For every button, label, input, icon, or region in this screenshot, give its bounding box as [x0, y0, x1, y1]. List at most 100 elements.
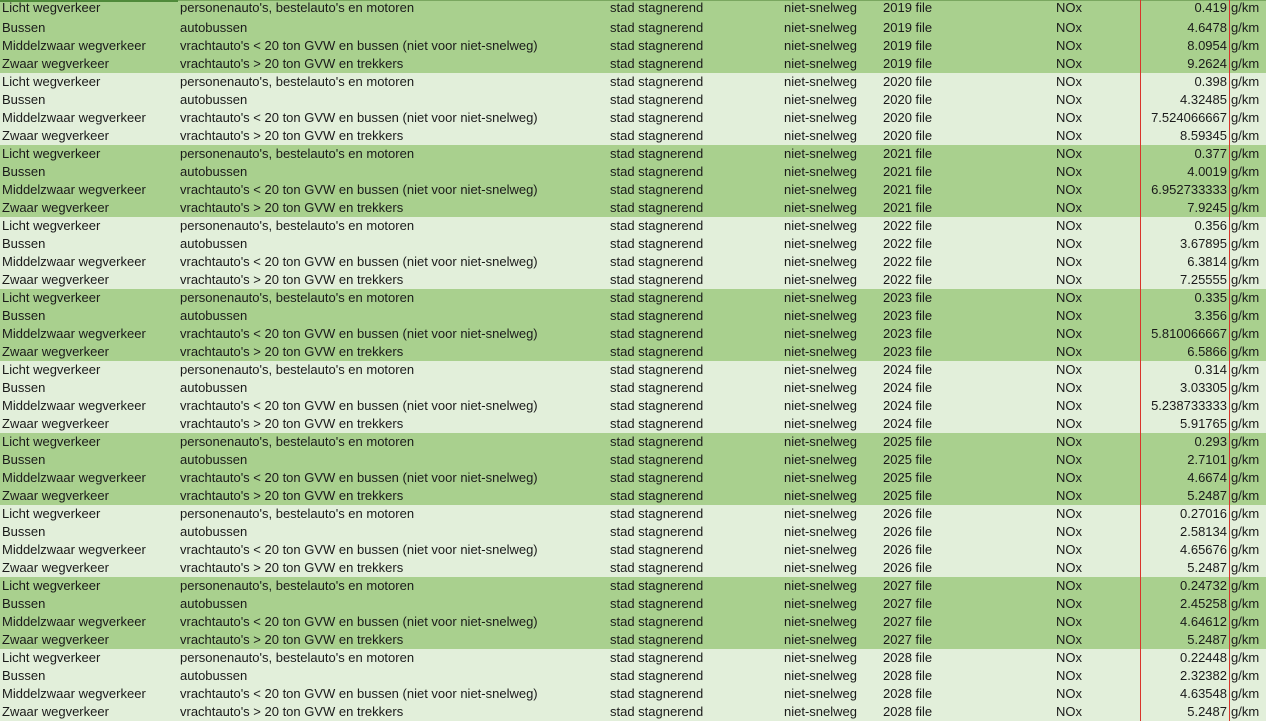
year-scenario-cell[interactable]: 2028 file: [883, 667, 1053, 685]
year-scenario-cell[interactable]: 2020 file: [883, 91, 1053, 109]
pollutant-cell[interactable]: NOx: [1056, 199, 1140, 217]
year-scenario-cell[interactable]: 2024 file: [883, 397, 1053, 415]
road-class-cell[interactable]: niet-snelweg: [784, 163, 880, 181]
unit-cell[interactable]: g/km: [1231, 541, 1266, 559]
year-scenario-cell[interactable]: 2022 file: [883, 235, 1053, 253]
pollutant-cell[interactable]: NOx: [1056, 703, 1140, 721]
description-cell[interactable]: vrachtauto's > 20 ton GVW en trekkers: [180, 55, 608, 73]
road-class-cell[interactable]: niet-snelweg: [784, 343, 880, 361]
year-scenario-cell[interactable]: 2024 file: [883, 361, 1053, 379]
emission-value-cell[interactable]: 5.238733333: [1141, 397, 1227, 415]
unit-cell[interactable]: g/km: [1231, 253, 1266, 271]
category-cell[interactable]: Bussen: [2, 379, 178, 397]
category-cell[interactable]: Licht wegverkeer: [2, 505, 178, 523]
category-cell[interactable]: Zwaar wegverkeer: [2, 271, 178, 289]
unit-cell[interactable]: g/km: [1231, 397, 1266, 415]
category-cell[interactable]: Middelzwaar wegverkeer: [2, 397, 178, 415]
description-cell[interactable]: vrachtauto's > 20 ton GVW en trekkers: [180, 559, 608, 577]
description-cell[interactable]: personenauto's, bestelauto's en motoren: [180, 289, 608, 307]
description-cell[interactable]: autobussen: [180, 91, 608, 109]
category-cell[interactable]: Licht wegverkeer: [2, 145, 178, 163]
category-cell[interactable]: Middelzwaar wegverkeer: [2, 253, 178, 271]
description-cell[interactable]: autobussen: [180, 379, 608, 397]
emission-value-cell[interactable]: 0.377: [1141, 145, 1227, 163]
category-cell[interactable]: Zwaar wegverkeer: [2, 199, 178, 217]
description-cell[interactable]: autobussen: [180, 667, 608, 685]
pollutant-cell[interactable]: NOx: [1056, 559, 1140, 577]
description-cell[interactable]: vrachtauto's > 20 ton GVW en trekkers: [180, 271, 608, 289]
emission-value-cell[interactable]: 4.64612: [1141, 613, 1227, 631]
description-cell[interactable]: autobussen: [180, 235, 608, 253]
description-cell[interactable]: autobussen: [180, 19, 608, 37]
emission-value-cell[interactable]: 6.952733333: [1141, 181, 1227, 199]
unit-cell[interactable]: g/km: [1231, 37, 1266, 55]
year-scenario-cell[interactable]: 2026 file: [883, 505, 1053, 523]
road-class-cell[interactable]: niet-snelweg: [784, 199, 880, 217]
road-class-cell[interactable]: niet-snelweg: [784, 361, 880, 379]
category-cell[interactable]: Zwaar wegverkeer: [2, 55, 178, 73]
road-type-cell[interactable]: stad stagnerend: [610, 595, 782, 613]
unit-cell[interactable]: g/km: [1231, 145, 1266, 163]
description-cell[interactable]: vrachtauto's > 20 ton GVW en trekkers: [180, 631, 608, 649]
year-scenario-cell[interactable]: 2021 file: [883, 145, 1053, 163]
road-type-cell[interactable]: stad stagnerend: [610, 685, 782, 703]
description-cell[interactable]: vrachtauto's < 20 ton GVW en bussen (nie…: [180, 181, 608, 199]
description-cell[interactable]: vrachtauto's < 20 ton GVW en bussen (nie…: [180, 469, 608, 487]
unit-cell[interactable]: g/km: [1231, 451, 1266, 469]
road-type-cell[interactable]: stad stagnerend: [610, 325, 782, 343]
pollutant-cell[interactable]: NOx: [1056, 487, 1140, 505]
year-scenario-cell[interactable]: 2023 file: [883, 325, 1053, 343]
road-type-cell[interactable]: stad stagnerend: [610, 307, 782, 325]
year-scenario-cell[interactable]: 2020 file: [883, 127, 1053, 145]
year-scenario-cell[interactable]: 2028 file: [883, 703, 1053, 721]
description-cell[interactable]: vrachtauto's > 20 ton GVW en trekkers: [180, 343, 608, 361]
category-cell[interactable]: Middelzwaar wegverkeer: [2, 325, 178, 343]
road-class-cell[interactable]: niet-snelweg: [784, 433, 880, 451]
road-type-cell[interactable]: stad stagnerend: [610, 577, 782, 595]
category-cell[interactable]: Zwaar wegverkeer: [2, 127, 178, 145]
pollutant-cell[interactable]: NOx: [1056, 685, 1140, 703]
road-type-cell[interactable]: stad stagnerend: [610, 361, 782, 379]
road-type-cell[interactable]: stad stagnerend: [610, 0, 782, 19]
pollutant-cell[interactable]: NOx: [1056, 415, 1140, 433]
category-cell[interactable]: Bussen: [2, 235, 178, 253]
category-cell[interactable]: Licht wegverkeer: [2, 361, 178, 379]
category-cell[interactable]: Licht wegverkeer: [2, 649, 178, 667]
road-type-cell[interactable]: stad stagnerend: [610, 433, 782, 451]
pollutant-cell[interactable]: NOx: [1056, 91, 1140, 109]
emission-value-cell[interactable]: 5.2487: [1141, 559, 1227, 577]
pollutant-cell[interactable]: NOx: [1056, 523, 1140, 541]
road-type-cell[interactable]: stad stagnerend: [610, 235, 782, 253]
pollutant-cell[interactable]: NOx: [1056, 325, 1140, 343]
description-cell[interactable]: vrachtauto's > 20 ton GVW en trekkers: [180, 127, 608, 145]
unit-cell[interactable]: g/km: [1231, 631, 1266, 649]
year-scenario-cell[interactable]: 2024 file: [883, 379, 1053, 397]
road-type-cell[interactable]: stad stagnerend: [610, 181, 782, 199]
year-scenario-cell[interactable]: 2027 file: [883, 577, 1053, 595]
description-cell[interactable]: vrachtauto's > 20 ton GVW en trekkers: [180, 415, 608, 433]
category-cell[interactable]: Licht wegverkeer: [2, 289, 178, 307]
emission-value-cell[interactable]: 4.65676: [1141, 541, 1227, 559]
description-cell[interactable]: vrachtauto's < 20 ton GVW en bussen (nie…: [180, 685, 608, 703]
road-type-cell[interactable]: stad stagnerend: [610, 703, 782, 721]
description-cell[interactable]: vrachtauto's < 20 ton GVW en bussen (nie…: [180, 613, 608, 631]
pollutant-cell[interactable]: NOx: [1056, 577, 1140, 595]
category-cell[interactable]: Licht wegverkeer: [2, 577, 178, 595]
year-scenario-cell[interactable]: 2019 file: [883, 37, 1053, 55]
pollutant-cell[interactable]: NOx: [1056, 631, 1140, 649]
road-class-cell[interactable]: niet-snelweg: [784, 325, 880, 343]
pollutant-cell[interactable]: NOx: [1056, 397, 1140, 415]
year-scenario-cell[interactable]: 2022 file: [883, 217, 1053, 235]
pollutant-cell[interactable]: NOx: [1056, 613, 1140, 631]
unit-cell[interactable]: g/km: [1231, 73, 1266, 91]
emission-value-cell[interactable]: 4.6674: [1141, 469, 1227, 487]
road-type-cell[interactable]: stad stagnerend: [610, 91, 782, 109]
emission-value-cell[interactable]: 7.9245: [1141, 199, 1227, 217]
emission-value-cell[interactable]: 3.67895: [1141, 235, 1227, 253]
description-cell[interactable]: personenauto's, bestelauto's en motoren: [180, 0, 608, 19]
emission-value-cell[interactable]: 4.32485: [1141, 91, 1227, 109]
category-cell[interactable]: Licht wegverkeer: [2, 217, 178, 235]
description-cell[interactable]: personenauto's, bestelauto's en motoren: [180, 145, 608, 163]
emission-value-cell[interactable]: 0.314: [1141, 361, 1227, 379]
category-cell[interactable]: Zwaar wegverkeer: [2, 703, 178, 721]
